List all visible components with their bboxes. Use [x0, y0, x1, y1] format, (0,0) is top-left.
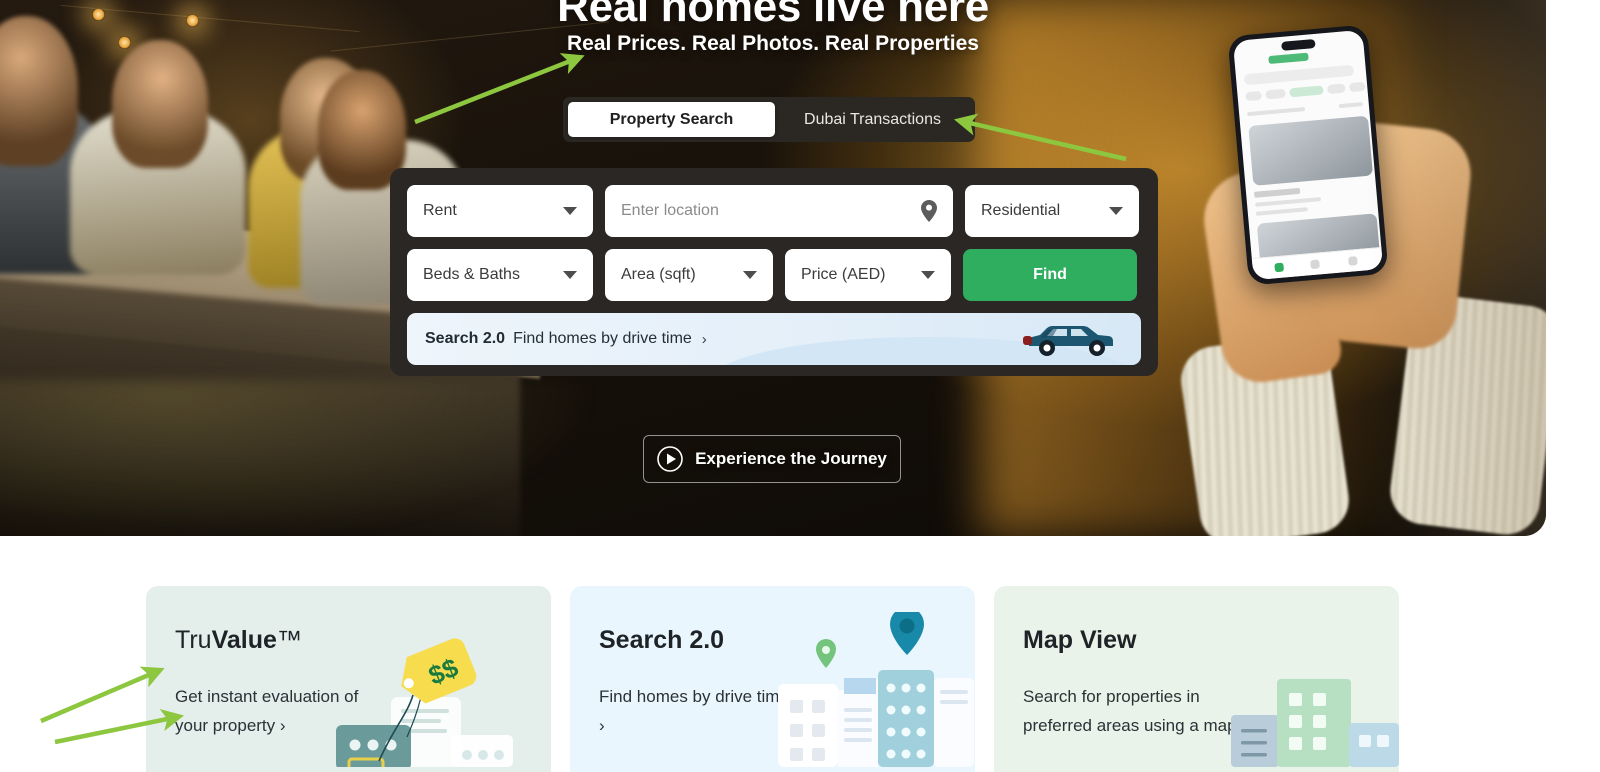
- drive-time-banner-title: Search 2.0: [425, 330, 506, 347]
- hero-tab-bar: Property Search Dubai Transactions: [563, 97, 975, 142]
- drive-time-banner-text: Find homes by drive time: [513, 330, 692, 347]
- play-icon: [657, 446, 683, 472]
- card-search-20[interactable]: Search 2.0 Find homes by drive time ›: [570, 586, 975, 772]
- buildings-illustration: [1219, 657, 1399, 772]
- experience-journey-label: Experience the Journey: [695, 449, 887, 468]
- map-pin-icon: [921, 200, 937, 222]
- beds-baths-value: Beds & Baths: [423, 266, 520, 283]
- property-type-value: Residential: [981, 202, 1061, 219]
- car-icon: [1023, 322, 1119, 358]
- location-input[interactable]: Enter location: [605, 185, 953, 237]
- tab-property-search[interactable]: Property Search: [568, 102, 775, 137]
- chevron-down-icon: [563, 207, 577, 215]
- beds-baths-dropdown[interactable]: Beds & Baths: [407, 249, 593, 301]
- property-type-dropdown[interactable]: Residential: [965, 185, 1139, 237]
- hero-title: Real homes live here: [557, 0, 989, 31]
- card-search-20-title-bold: Search 2.0: [599, 626, 725, 654]
- feature-cards: TruValue™ Get instant evaluation of your…: [146, 586, 1400, 772]
- drive-time-banner[interactable]: Search 2.0 Find homes by drive time ›: [407, 313, 1141, 365]
- card-search-20-title: Search 2.0: [599, 626, 724, 655]
- property-search-panel: Rent Enter location Residential Beds & B…: [390, 168, 1158, 376]
- card-map-view-description-text: Search for properties in preferred areas…: [1023, 687, 1237, 735]
- phone-mockup: [1227, 24, 1389, 286]
- purpose-dropdown[interactable]: Rent: [407, 185, 593, 237]
- chevron-down-icon: [921, 271, 935, 279]
- card-truvalue-title-plain: Tru: [175, 626, 212, 654]
- chevron-right-icon: ›: [701, 330, 707, 348]
- price-tag-illustration: $$: [321, 637, 551, 772]
- card-map-view-title: Map View: [1023, 626, 1136, 655]
- price-dropdown[interactable]: Price (AED): [785, 249, 951, 301]
- card-truvalue[interactable]: TruValue™ Get instant evaluation of your…: [146, 586, 551, 772]
- card-truvalue-title-bold: Value: [211, 626, 277, 654]
- chevron-down-icon: [743, 271, 757, 279]
- location-placeholder: Enter location: [621, 202, 719, 219]
- area-dropdown[interactable]: Area (sqft): [605, 249, 773, 301]
- chevron-down-icon: [1109, 207, 1123, 215]
- arrow-to-truvalue-title: [40, 666, 165, 724]
- price-value: Price (AED): [801, 266, 886, 283]
- experience-journey-button[interactable]: Experience the Journey: [643, 435, 901, 483]
- chevron-right-icon: ›: [599, 716, 605, 735]
- card-truvalue-trademark: ™: [276, 626, 302, 654]
- purpose-value: Rent: [423, 202, 457, 219]
- city-map-pin-illustration: [760, 607, 975, 772]
- card-map-view[interactable]: Map View Search for properties in prefer…: [994, 586, 1399, 772]
- find-button[interactable]: Find: [963, 249, 1137, 301]
- hero-subtitle: Real Prices. Real Photos. Real Propertie…: [566, 32, 979, 55]
- card-truvalue-title: TruValue™: [175, 626, 302, 655]
- chevron-down-icon: [563, 271, 577, 279]
- tab-dubai-transactions[interactable]: Dubai Transactions: [775, 102, 970, 137]
- hero-section: Real homes live here Real Prices. Real P…: [0, 0, 1546, 536]
- chevron-right-icon: ›: [279, 716, 286, 735]
- area-value: Area (sqft): [621, 266, 696, 283]
- card-map-view-title-bold: Map View: [1023, 626, 1137, 654]
